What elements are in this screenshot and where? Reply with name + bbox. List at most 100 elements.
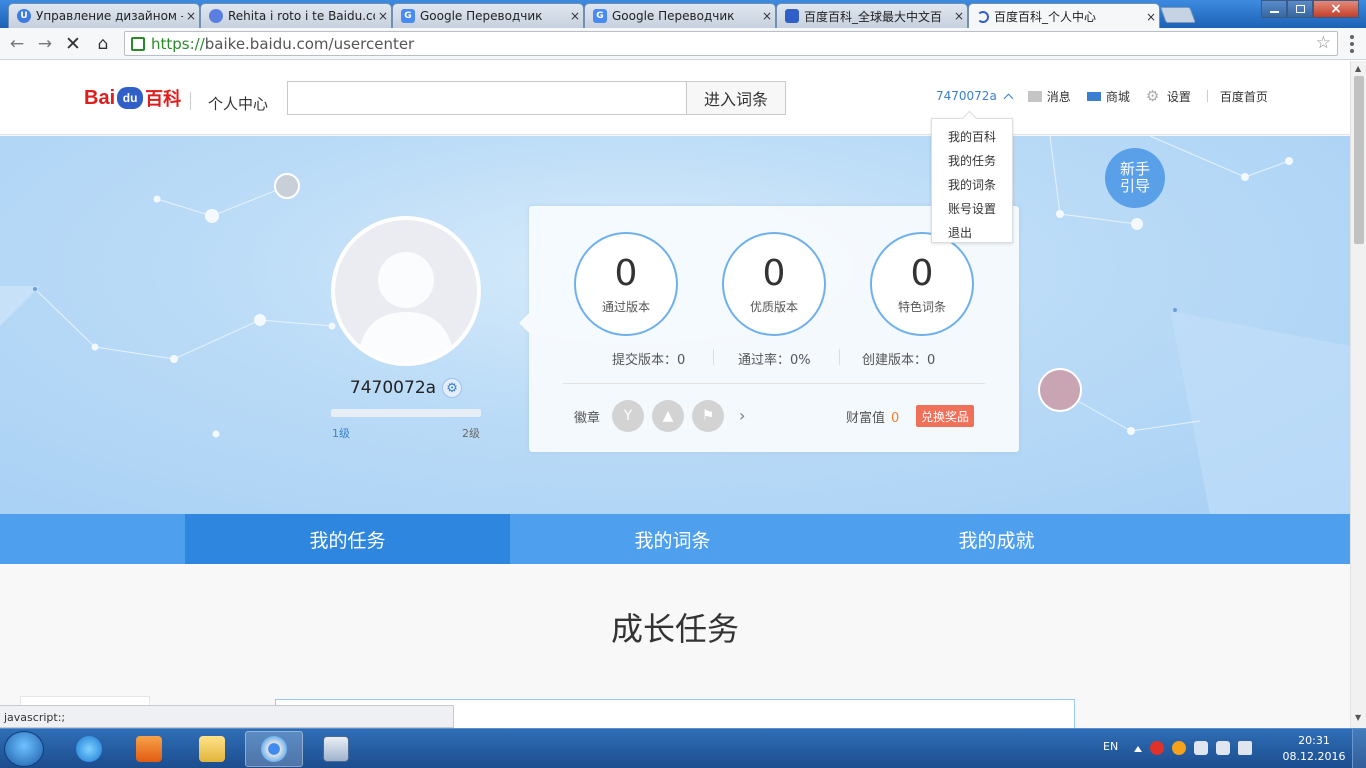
restore-window-button[interactable] — [1287, 0, 1313, 18]
flag-badge-icon[interactable]: ⚑ — [692, 400, 724, 432]
bookmark-star-icon[interactable]: ☆ — [1316, 33, 1331, 53]
chevron-up-icon[interactable] — [1003, 93, 1014, 103]
tray-m-icon[interactable] — [1150, 741, 1164, 755]
site-header: Bai du 百科 个人中心 进入词条 7470072a 消息 商城 ⚙ 设置 … — [0, 61, 1350, 243]
system-clock[interactable]: 20:31 08.12.2016 — [1282, 733, 1346, 765]
menu-item-my-tasks[interactable]: 我的任务 — [932, 149, 1012, 173]
minimize-window-button[interactable] — [1261, 0, 1287, 18]
close-tab-icon[interactable]: × — [1143, 10, 1159, 24]
gear-icon[interactable]: ⚙ — [442, 378, 463, 398]
favicon-u-icon: U — [17, 9, 31, 23]
divider — [839, 349, 840, 365]
close-window-button[interactable]: × — [1313, 0, 1359, 18]
page-section-label: 个人中心 — [208, 95, 269, 113]
close-tab-icon[interactable]: × — [951, 9, 967, 23]
tray-device-icon[interactable] — [1194, 741, 1208, 755]
baidu-baike-logo[interactable]: Bai du 百科 — [84, 83, 181, 113]
search-input[interactable] — [287, 81, 687, 115]
profile-banner: 新手引导 7470072a ⚙ 1级 2级 0 通过版本 0 优质版本 0 特色… — [0, 136, 1350, 514]
new-tab-button[interactable] — [1160, 7, 1196, 23]
mall-link[interactable]: 商城 — [1086, 88, 1130, 105]
tab-my-achievements[interactable]: 我的成就 — [834, 514, 1159, 564]
divider — [1206, 90, 1208, 102]
browser-tab-1[interactable]: U Управление дизайном - × — [8, 3, 200, 28]
badges-label: 徽章 — [574, 411, 601, 426]
clock-date: 08.12.2016 — [1282, 750, 1346, 763]
scroll-up-icon[interactable]: ▲ — [1355, 64, 1361, 73]
tab-title: Google Переводчик — [420, 9, 543, 23]
taskbar-ie[interactable] — [60, 731, 118, 767]
chevron-right-icon[interactable]: › — [739, 406, 745, 425]
menu-item-my-entries[interactable]: 我的词条 — [932, 173, 1012, 197]
divider — [713, 349, 714, 365]
sprout-badge-icon[interactable]: Y — [612, 400, 644, 432]
stat-featured-entries[interactable]: 0 特色词条 — [870, 232, 974, 336]
profile-username-row: 7470072a ⚙ — [331, 378, 481, 398]
input-language[interactable]: EN — [1103, 740, 1118, 753]
taskbar-chrome[interactable] — [245, 731, 303, 767]
google-translate-icon: G — [401, 9, 415, 23]
browser-tab-3[interactable]: G Google Переводчик × — [392, 3, 584, 28]
browser-tab-6-active[interactable]: 百度百科_个人中心 × — [968, 3, 1160, 29]
envelope-icon — [1027, 90, 1042, 102]
taskbar-explorer[interactable] — [183, 731, 241, 767]
arrow-right-icon: → — [37, 34, 53, 54]
tray-orange-icon[interactable] — [1172, 741, 1186, 755]
divider — [563, 383, 985, 384]
browser-tab-strip: U Управление дизайном - × Rehita i roto … — [0, 0, 1366, 29]
tab-title: 百度百科_个人中心 — [994, 10, 1097, 24]
level-current: 1级 — [332, 427, 350, 440]
close-tab-icon[interactable]: × — [567, 9, 583, 23]
browser-menu-button[interactable] — [1344, 34, 1360, 54]
baidu-translate-icon — [209, 9, 223, 23]
forward-button[interactable]: → — [33, 32, 57, 56]
tasks-content: 成长任务 — [0, 564, 1350, 728]
settings-link[interactable]: ⚙ 设置 — [1146, 88, 1191, 105]
menu-item-logout[interactable]: 退出 — [932, 221, 1012, 245]
address-bar[interactable]: https:// baike.baidu.com/usercenter ☆ — [124, 31, 1338, 56]
taskbar-window-app[interactable] — [307, 731, 365, 767]
taskbar-media-player[interactable] — [120, 731, 178, 767]
enter-entry-button[interactable]: 进入词条 — [686, 81, 786, 115]
network-icon[interactable] — [1216, 741, 1230, 755]
volume-icon[interactable] — [1238, 741, 1252, 755]
scroll-thumb[interactable] — [1354, 76, 1364, 244]
show-desktop-button[interactable] — [1352, 729, 1366, 768]
close-tab-icon[interactable]: × — [375, 9, 391, 23]
menu-item-account-settings[interactable]: 账号设置 — [932, 197, 1012, 221]
home-button[interactable]: ⌂ — [91, 32, 115, 56]
pass-rate: 通过率：0% — [738, 353, 811, 368]
redeem-prize-button[interactable]: 兑换奖品 — [916, 405, 974, 427]
start-button[interactable] — [4, 731, 44, 767]
close-tab-icon[interactable]: × — [759, 9, 775, 23]
messages-link[interactable]: 消息 — [1027, 88, 1071, 105]
browser-tab-4[interactable]: G Google Переводчик × — [584, 3, 776, 28]
browser-tab-2[interactable]: Rehita i roto i te Baidu.com × — [200, 3, 392, 28]
arrow-left-icon: ← — [9, 34, 25, 54]
profile-username: 7470072a — [349, 378, 437, 398]
minimize-icon — [1269, 11, 1279, 13]
scroll-down-icon[interactable]: ▼ — [1355, 713, 1361, 722]
avatar[interactable] — [331, 216, 481, 366]
stop-button[interactable]: ✕ — [61, 32, 85, 56]
tab-my-entries[interactable]: 我的词条 — [510, 514, 835, 564]
tray-expand-icon[interactable] — [1134, 744, 1142, 752]
beginner-guide-button[interactable]: 新手引导 — [1105, 148, 1165, 208]
back-button[interactable]: ← — [5, 32, 29, 56]
gear-icon: ⚙ — [1145, 87, 1160, 105]
window-app-icon — [323, 736, 349, 762]
rocket-badge-icon[interactable]: ▲ — [652, 400, 684, 432]
stat-approved-versions[interactable]: 0 通过版本 — [574, 232, 678, 336]
baidu-home-link[interactable]: 百度首页 — [1220, 88, 1268, 105]
page-viewport: Bai du 百科 个人中心 进入词条 7470072a 消息 商城 ⚙ 设置 … — [0, 61, 1350, 728]
menu-item-my-baike[interactable]: 我的百科 — [932, 125, 1012, 149]
tab-my-tasks[interactable]: 我的任务 — [185, 514, 510, 564]
browser-tab-5[interactable]: 百度百科_全球最大中文百 × — [776, 3, 968, 28]
page-scrollbar[interactable]: ▲ ▼ — [1350, 61, 1366, 728]
loading-icon — [977, 10, 989, 23]
user-menu-toggle[interactable]: 7470072a — [936, 89, 997, 103]
system-tray — [1134, 741, 1252, 755]
store-icon — [1086, 91, 1101, 101]
close-tab-icon[interactable]: × — [183, 9, 199, 23]
stat-quality-versions[interactable]: 0 优质版本 — [722, 232, 826, 336]
